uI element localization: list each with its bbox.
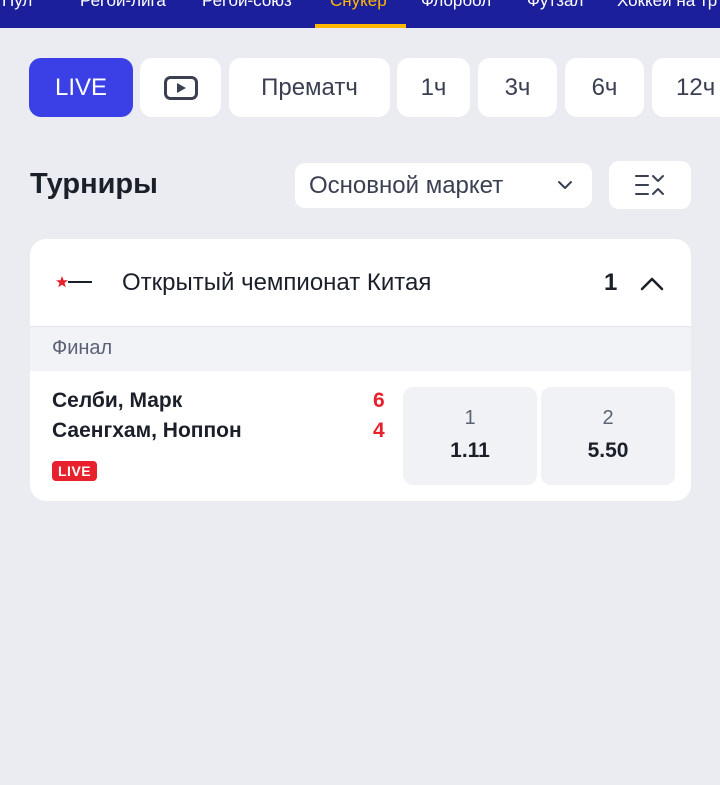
filter-12h-button[interactable]: 12ч — [652, 58, 720, 117]
home-score: 6 — [373, 389, 385, 412]
tournament-card: Открытый чемпионат Китая 1 Финал Селби, … — [30, 239, 691, 501]
video-filter-button[interactable] — [140, 58, 221, 117]
play-icon — [163, 75, 198, 100]
sport-tab-rugby-union[interactable]: Регби-союз — [202, 0, 292, 11]
odd-value: 1.11 — [450, 439, 490, 462]
chevron-up-icon[interactable] — [639, 275, 665, 293]
collapse-all-button[interactable] — [609, 161, 691, 209]
home-player: Селби, Марк — [52, 389, 183, 412]
market-select-value: Основной маркет — [309, 171, 504, 199]
tournaments-title: Турниры — [30, 168, 158, 200]
prematch-filter-button[interactable]: Прематч — [229, 58, 390, 117]
sport-tab-pool[interactable]: Пул — [2, 0, 32, 11]
filter-3h-button[interactable]: 3ч — [478, 58, 557, 117]
away-player: Саенгхам, Ноппон — [52, 419, 242, 442]
live-filter-button[interactable]: LIVE — [29, 58, 133, 117]
tournament-match-count: 1 — [604, 269, 618, 296]
odd-button-away[interactable]: 2 5.50 — [541, 387, 675, 485]
market-select[interactable]: Основной маркет — [295, 163, 592, 208]
away-score: 4 — [373, 419, 385, 442]
stage-row: Финал — [30, 327, 691, 371]
sport-tab-floorball[interactable]: Флорбол — [421, 0, 491, 11]
sport-tab-futsal[interactable]: Футзал — [527, 0, 583, 11]
chevron-down-icon — [558, 181, 572, 189]
sport-tab-ice-hockey[interactable]: Хоккей на тр — [617, 0, 717, 11]
filter-1h-button[interactable]: 1ч — [397, 58, 470, 117]
tournament-header[interactable]: Открытый чемпионат Китая 1 — [30, 239, 691, 327]
odd-value: 5.50 — [587, 439, 629, 462]
odd-button-home[interactable]: 1 1.11 — [403, 387, 537, 485]
china-open-logo — [56, 276, 92, 288]
sport-nav: Пул Регби-лига Регби-союз Снукер Флорбол… — [0, 0, 720, 28]
sport-tab-snooker[interactable]: Снукер — [330, 0, 387, 11]
active-tab-indicator — [315, 24, 406, 28]
tournament-name: Открытый чемпионат Китая — [122, 269, 432, 296]
odd-label: 2 — [602, 407, 614, 429]
sport-tab-rugby-league[interactable]: Регби-лига — [80, 0, 166, 11]
collapse-all-icon — [635, 175, 664, 195]
live-badge: LIVE — [52, 461, 98, 481]
filter-6h-button[interactable]: 6ч — [565, 58, 644, 117]
odd-label: 1 — [464, 407, 476, 429]
stage-label: Финал — [52, 337, 113, 359]
